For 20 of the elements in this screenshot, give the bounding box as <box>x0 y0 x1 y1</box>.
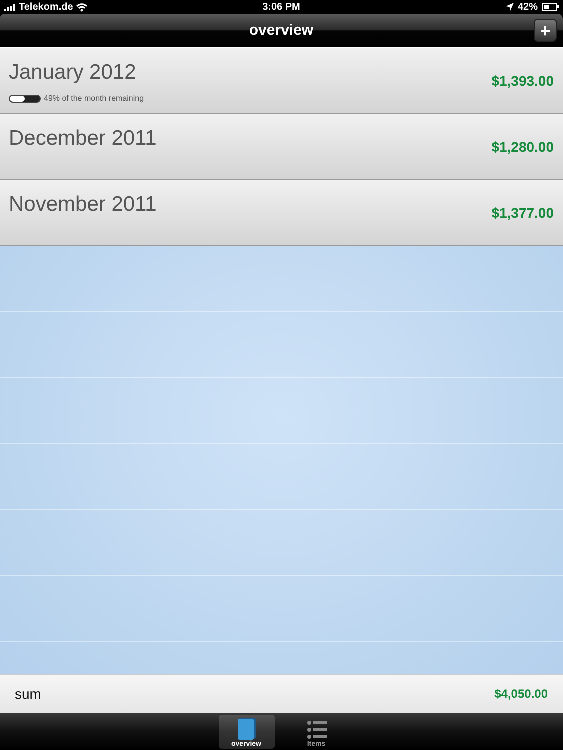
carrier-name: Telekom.de <box>19 2 74 12</box>
month-name: January 2012 <box>9 61 138 85</box>
month-amount: $1,280.00 <box>492 138 554 154</box>
battery-icon <box>542 3 559 11</box>
clock-time: 3:06 PM <box>262 2 300 12</box>
wifi-icon <box>76 2 88 12</box>
sum-amount: $4,050.00 <box>494 687 548 701</box>
list-icon <box>306 720 326 740</box>
battery-percent: 42% <box>518 2 538 12</box>
month-name: November 2011 <box>9 193 158 217</box>
sum-label: sum <box>15 686 42 702</box>
month-amount: $1,377.00 <box>492 204 554 220</box>
signal-icon <box>4 4 16 10</box>
location-arrow-icon <box>506 3 514 11</box>
month-name: December 2011 <box>9 127 158 151</box>
month-amount: $1,393.00 <box>492 72 554 88</box>
book-icon <box>236 718 256 740</box>
progress-label: 49% of the month remaining <box>44 94 144 103</box>
nav-title: overview <box>249 22 314 39</box>
add-button[interactable]: + <box>534 19 557 42</box>
